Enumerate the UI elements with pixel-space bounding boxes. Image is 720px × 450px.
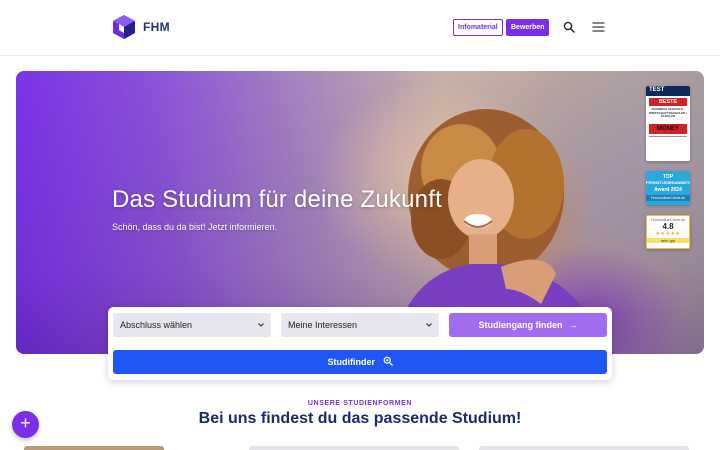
- badge-top-line2: FERNSTUDIENANBIETER: [646, 180, 690, 185]
- logo[interactable]: FHM: [112, 14, 170, 40]
- chevron-down-icon: [258, 323, 264, 327]
- degree-select[interactable]: Abschluss wählen: [113, 313, 271, 337]
- top-provider-badge[interactable]: TOP FERNSTUDIENANBIETER Award 2024 Ferns…: [646, 171, 690, 205]
- badge-top-line3: Award 2024: [654, 187, 682, 193]
- section-title: Bei uns findest du das passende Studium!: [198, 410, 522, 427]
- studifinder-label: Studifinder: [327, 357, 375, 367]
- study-form-card[interactable]: [24, 446, 164, 450]
- section-eyebrow: UNSERE STUDIENFORMEN: [307, 400, 413, 407]
- logo-text: FHM: [143, 20, 170, 34]
- arrow-right-icon: →: [568, 320, 578, 330]
- badge-test-lines: BUSINESS SCHOOLS / WIRTSCHAFTSSCHULEN / …: [649, 107, 687, 118]
- study-form-cards: [24, 446, 696, 450]
- fhm-logo-icon: [113, 15, 135, 39]
- zoom-search-icon: [383, 356, 393, 366]
- study-search-card: Abschluss wählen Meine Interessen Studie…: [108, 307, 612, 380]
- hero-subtitle: Schön, dass du da bist! Jetzt informiere…: [112, 222, 278, 232]
- badge-test-brand: MONEY: [649, 124, 687, 134]
- badge-top-line1: TOP: [662, 174, 674, 180]
- badge-test-label: BESTE: [649, 98, 687, 106]
- site-header: FHM Infomaterial Bewerben: [0, 0, 720, 56]
- interests-select-value: Meine Interessen: [288, 320, 358, 330]
- badge-test-footer: [649, 136, 687, 150]
- studifinder-button[interactable]: Studifinder: [113, 350, 607, 374]
- badge-test-head: TEST: [646, 86, 690, 96]
- infomaterial-button[interactable]: Infomaterial: [453, 19, 503, 36]
- study-form-card[interactable]: [249, 446, 459, 450]
- search-icon[interactable]: [563, 21, 575, 33]
- page: FHM Infomaterial Bewerben Das Studium fü…: [0, 0, 720, 450]
- find-program-button[interactable]: Studiengang finden →: [449, 313, 607, 337]
- interests-select[interactable]: Meine Interessen: [281, 313, 439, 337]
- rating-badge[interactable]: FernstudiumCheck.de 4.8 ★★★★★ sehr gut: [646, 215, 690, 249]
- test-award-badge[interactable]: TEST BESTE BUSINESS SCHOOLS / WIRTSCHAFT…: [646, 86, 690, 161]
- degree-select-value: Abschluss wählen: [120, 320, 193, 330]
- chevron-down-icon: [426, 323, 432, 327]
- apply-button[interactable]: Bewerben: [506, 19, 550, 36]
- hero-title: Das Studium für deine Zukunft: [112, 186, 442, 213]
- rating-score: 4.8: [662, 222, 674, 231]
- rating-stars-icon: ★★★★★: [655, 231, 681, 237]
- rating-label: sehr gut: [647, 238, 689, 243]
- study-form-card[interactable]: [479, 446, 689, 450]
- badge-top-line4: FernstudiumCheck.de: [646, 195, 690, 201]
- plus-fab-button[interactable]: +: [12, 411, 39, 438]
- hamburger-menu-icon[interactable]: [592, 22, 605, 32]
- find-program-label: Studiengang finden: [478, 320, 563, 330]
